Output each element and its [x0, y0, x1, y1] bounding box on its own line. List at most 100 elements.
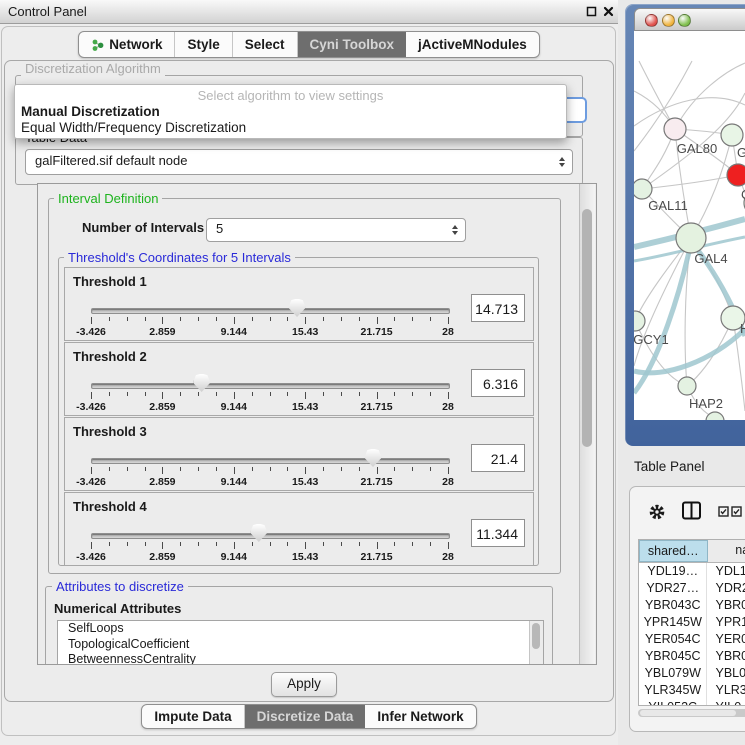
tick-label: 2.859: [135, 326, 189, 338]
tick-label: 15.43: [278, 551, 332, 563]
slider-thumb[interactable]: [194, 374, 210, 392]
close-icon[interactable]: [603, 6, 614, 17]
minor-tick: [323, 317, 324, 321]
threshold-value-field[interactable]: 14.713: [471, 294, 525, 322]
table-row[interactable]: YDL19…YDL1: [639, 563, 745, 580]
cell-shared-name: YLR345W: [639, 682, 707, 699]
tick-label: 15.43: [278, 476, 332, 488]
major-tick: [91, 392, 92, 399]
network-node-label: GCY1: [634, 332, 669, 347]
cell-shared-name: YPR145W: [639, 614, 707, 631]
network-canvas[interactable]: GAL80GACGAL11GAL4GCY1HHAP2: [634, 31, 745, 420]
table-data-combo[interactable]: galFiltered.sif default node: [25, 149, 573, 175]
table-row[interactable]: YBR043CYBR0: [639, 597, 745, 614]
major-tick: [377, 542, 378, 549]
minor-tick: [252, 467, 253, 471]
tab-select[interactable]: Select: [233, 32, 298, 57]
major-tick: [162, 392, 163, 399]
minimize-traffic-light[interactable]: [662, 14, 675, 27]
network-icon: [91, 38, 104, 52]
table-hscrollbar[interactable]: [638, 709, 745, 717]
table-row[interactable]: YBR045CYBR0: [639, 648, 745, 665]
cell-shared-name: YDL19…: [639, 563, 707, 580]
apply-button[interactable]: Apply: [271, 672, 337, 697]
tab-discretize-data[interactable]: Discretize Data: [245, 705, 366, 728]
slider-track[interactable]: [91, 533, 450, 539]
column-header-name[interactable]: na: [708, 540, 745, 562]
cell-shared-name: YER054C: [639, 631, 707, 648]
minor-tick: [359, 467, 360, 471]
major-tick: [91, 467, 92, 474]
tick-label: 2.859: [135, 476, 189, 488]
minor-tick: [127, 317, 128, 321]
close-traffic-light[interactable]: [645, 14, 658, 27]
settings-scrollbar[interactable]: [579, 184, 595, 664]
attributes-list-scrollbar[interactable]: [529, 621, 543, 665]
checkbox-icon[interactable]: [718, 506, 729, 517]
major-tick: [448, 392, 449, 399]
slider-track[interactable]: [91, 308, 450, 314]
minor-tick: [270, 392, 271, 396]
column-header-shared-name[interactable]: shared…: [639, 540, 708, 562]
table-row[interactable]: YPR145WYPR1: [639, 614, 745, 631]
network-node[interactable]: [634, 311, 645, 331]
split-columns-icon[interactable]: [682, 501, 702, 521]
network-node[interactable]: [727, 164, 745, 186]
attribute-item-selfloops[interactable]: SelfLoops: [58, 621, 543, 637]
minor-tick: [323, 542, 324, 546]
network-node-label: GAL11: [648, 198, 688, 213]
cell-name: YIL0: [707, 699, 745, 706]
network-node[interactable]: [634, 179, 652, 199]
zoom-traffic-light[interactable]: [678, 14, 691, 27]
table-row[interactable]: YDR27…YDR2: [639, 580, 745, 597]
network-node[interactable]: [721, 124, 743, 146]
attribute-item-topologicalcoefficient[interactable]: TopologicalCoefficient: [58, 637, 543, 653]
tick-label: -3.426: [64, 401, 118, 413]
table-row[interactable]: YIL052CYIL0: [639, 699, 745, 706]
minor-tick: [412, 542, 413, 546]
cell-name: YBL0: [707, 665, 745, 682]
spinner-arrows-icon[interactable]: [452, 225, 458, 235]
table-row[interactable]: YER054CYER0: [639, 631, 745, 648]
threshold-label: Threshold 4: [73, 499, 147, 514]
table-hscrollbar-thumb[interactable]: [640, 710, 736, 716]
minor-tick: [412, 467, 413, 471]
slider-thumb[interactable]: [365, 449, 381, 467]
tab-cyni-toolbox[interactable]: Cyni Toolbox: [298, 32, 407, 57]
float-icon[interactable]: [586, 6, 597, 17]
tab-impute-data[interactable]: Impute Data: [142, 705, 244, 728]
algorithm-option-equal-width-frequency-discretization[interactable]: Equal Width/Frequency Discretization: [21, 120, 246, 135]
num-intervals-spinner[interactable]: 5: [206, 218, 466, 242]
checkbox-icon[interactable]: [731, 506, 742, 517]
minor-tick: [287, 467, 288, 471]
gear-icon[interactable]: [648, 503, 666, 521]
tab-infer-network[interactable]: Infer Network: [365, 705, 475, 728]
minor-tick: [412, 392, 413, 396]
cyni-mode-tabs: Impute DataDiscretize DataInfer Network: [141, 704, 476, 729]
threshold-value-field[interactable]: 11.344: [471, 519, 525, 547]
table-row[interactable]: YLR345WYLR3: [639, 682, 745, 699]
threshold-value-field[interactable]: 21.4: [471, 444, 525, 472]
tab-jactivemnodules[interactable]: jActiveMNodules: [406, 32, 539, 57]
network-node[interactable]: [676, 223, 706, 253]
network-node[interactable]: [706, 412, 724, 420]
settings-scrollbar-thumb[interactable]: [582, 209, 592, 447]
tab-network[interactable]: Network: [79, 32, 175, 57]
slider-thumb[interactable]: [251, 524, 267, 542]
table-row[interactable]: YBL079WYBL0: [639, 665, 745, 682]
network-node[interactable]: [678, 377, 696, 395]
network-node[interactable]: [664, 118, 686, 140]
major-tick: [305, 467, 306, 474]
combo-arrows-icon[interactable]: [559, 157, 565, 167]
slider-track[interactable]: [91, 383, 450, 389]
slider-track[interactable]: [91, 458, 450, 464]
slider-thumb[interactable]: [289, 299, 305, 317]
major-tick: [305, 392, 306, 399]
control-panel-window: Control Panel NetworkStyleSelectCyni Too…: [0, 0, 618, 745]
attribute-item-betweennesscentrality[interactable]: BetweennessCentrality: [58, 652, 543, 665]
threshold-value-field[interactable]: 6.316: [471, 369, 525, 397]
network-node-label: GA: [737, 145, 745, 160]
tab-style[interactable]: Style: [175, 32, 232, 57]
interval-definition-title: Interval Definition: [54, 191, 162, 206]
algorithm-option-manual-discretization[interactable]: Manual Discretization: [21, 104, 160, 119]
